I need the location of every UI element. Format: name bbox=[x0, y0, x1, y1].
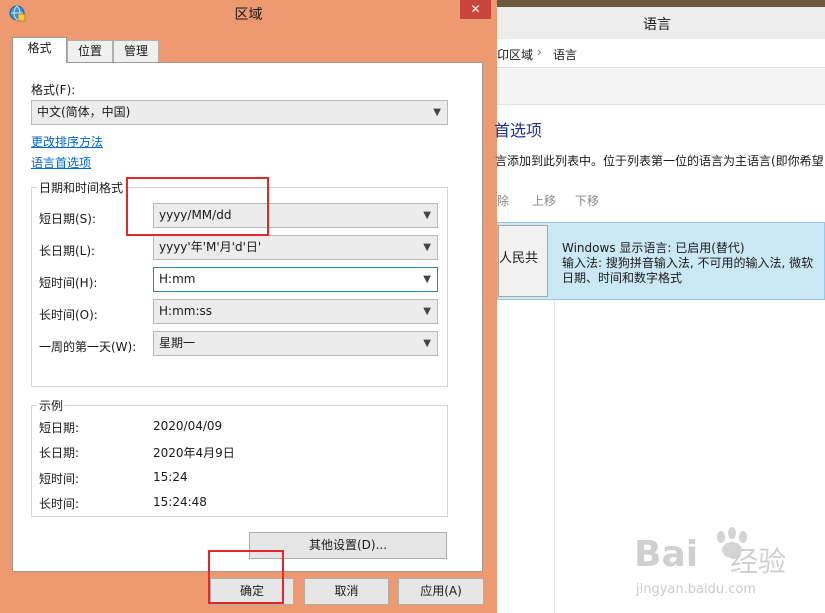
format-combo-value: 中文(简体，中国) bbox=[37, 105, 131, 119]
first-day-combo[interactable]: 星期一 ▼ bbox=[153, 331, 438, 356]
chevron-down-icon: ▼ bbox=[423, 210, 431, 221]
breadcrumb: 卬区域 › 语言 bbox=[497, 40, 825, 68]
format-tab-panel: 格式(F): 中文(简体，中国) ▼ 更改排序方法 语言首选项 日期和时间格式 … bbox=[12, 62, 483, 572]
format-info: 日期、时间和数字格式 bbox=[562, 271, 683, 285]
language-tile[interactable]: 人民共 bbox=[498, 225, 548, 297]
breadcrumb-region[interactable]: 卬区域 bbox=[497, 46, 533, 63]
region-dialog: 区域 ✕ 格式 位置 管理 格式(F): 中文(简体，中国) ▼ 更改排序方法 … bbox=[0, 0, 497, 613]
example-short-date-value: 2020/04/09 bbox=[153, 419, 223, 433]
long-time-label: 长时间(O): bbox=[39, 308, 98, 322]
page-description: 言添加到此列表中。位于列表第一位的语言为主语言(即你希望 bbox=[495, 154, 824, 168]
long-date-combo[interactable]: yyyy'年'M'月'd'日' ▼ bbox=[153, 235, 438, 260]
language-window: 语言 卬区域 › 语言 首选项 言添加到此列表中。位于列表第一位的语言为主语言(… bbox=[494, 0, 825, 613]
apply-button[interactable]: 应用(A) bbox=[398, 578, 484, 605]
language-name: 人民共 bbox=[499, 251, 539, 266]
long-time-combo[interactable]: H:mm:ss ▼ bbox=[153, 299, 438, 324]
short-time-value: H:mm bbox=[159, 272, 196, 286]
long-time-value: H:mm:ss bbox=[159, 304, 212, 318]
change-sort-link[interactable]: 更改排序方法 bbox=[31, 133, 103, 150]
datetime-group-title: 日期和时间格式 bbox=[37, 179, 126, 196]
list-divider bbox=[554, 300, 555, 613]
example-long-time-value: 15:24:48 bbox=[153, 495, 207, 509]
move-up-link[interactable]: 上移 bbox=[532, 192, 556, 209]
short-date-combo[interactable]: yyyy/MM/dd ▼ bbox=[153, 203, 438, 228]
first-day-label: 一周的第一天(W): bbox=[39, 340, 137, 354]
chevron-down-icon: ▼ bbox=[423, 306, 431, 317]
region-title-bar: 区域 ✕ bbox=[0, 0, 497, 28]
short-date-label: 短日期(S): bbox=[39, 212, 97, 226]
chevron-down-icon: ▼ bbox=[433, 107, 441, 118]
chevron-down-icon: ▼ bbox=[423, 338, 431, 349]
address-band bbox=[497, 69, 825, 105]
language-prefs-link[interactable]: 语言首选项 bbox=[31, 154, 91, 171]
example-long-date-value: 2020年4月9日 bbox=[153, 446, 235, 460]
long-date-value: yyyy'年'M'月'd'日' bbox=[159, 240, 262, 254]
example-group bbox=[31, 405, 448, 517]
short-time-label: 短时间(H): bbox=[39, 276, 98, 290]
tab-format[interactable]: 格式 bbox=[12, 37, 67, 63]
breadcrumb-language: 语言 bbox=[553, 48, 578, 62]
language-title-bar: 语言 bbox=[497, 7, 825, 39]
tab-admin[interactable]: 管理 bbox=[113, 40, 159, 62]
example-long-date-label: 长日期: bbox=[39, 446, 80, 460]
first-day-value: 星期一 bbox=[159, 336, 196, 350]
ok-button[interactable]: 确定 bbox=[210, 578, 294, 605]
window-top-strip bbox=[497, 0, 825, 7]
format-label: 格式(F): bbox=[31, 83, 76, 97]
format-combo[interactable]: 中文(简体，中国) ▼ bbox=[31, 100, 448, 125]
move-down-link[interactable]: 下移 bbox=[575, 192, 599, 209]
short-date-value: yyyy/MM/dd bbox=[159, 208, 232, 222]
chevron-down-icon: ▼ bbox=[423, 274, 431, 285]
example-short-date-label: 短日期: bbox=[39, 421, 80, 435]
chevron-down-icon: ▼ bbox=[423, 242, 431, 253]
long-date-label: 长日期(L): bbox=[39, 244, 96, 258]
region-title: 区域 bbox=[234, 7, 263, 23]
page-heading: 首选项 bbox=[494, 121, 543, 140]
example-long-time-label: 长时间: bbox=[39, 497, 80, 511]
remove-link[interactable]: 除 bbox=[497, 192, 509, 209]
short-time-combo[interactable]: H:mm ▼ bbox=[153, 267, 438, 292]
example-short-time-value: 15:24 bbox=[153, 470, 188, 484]
example-short-time-label: 短时间: bbox=[39, 472, 80, 486]
other-settings-button[interactable]: 其他设置(D)... bbox=[249, 532, 447, 559]
language-list-item[interactable]: 人民共 Windows 显示语言: 已启用(替代) 输入法: 搜狗拼音输入法, … bbox=[497, 222, 825, 300]
close-button[interactable]: ✕ bbox=[460, 0, 491, 19]
cancel-button[interactable]: 取消 bbox=[304, 578, 389, 605]
breadcrumb-separator-icon: › bbox=[537, 45, 542, 59]
tab-location[interactable]: 位置 bbox=[67, 40, 113, 62]
language-title: 语言 bbox=[643, 17, 671, 33]
example-group-title: 示例 bbox=[37, 397, 66, 414]
